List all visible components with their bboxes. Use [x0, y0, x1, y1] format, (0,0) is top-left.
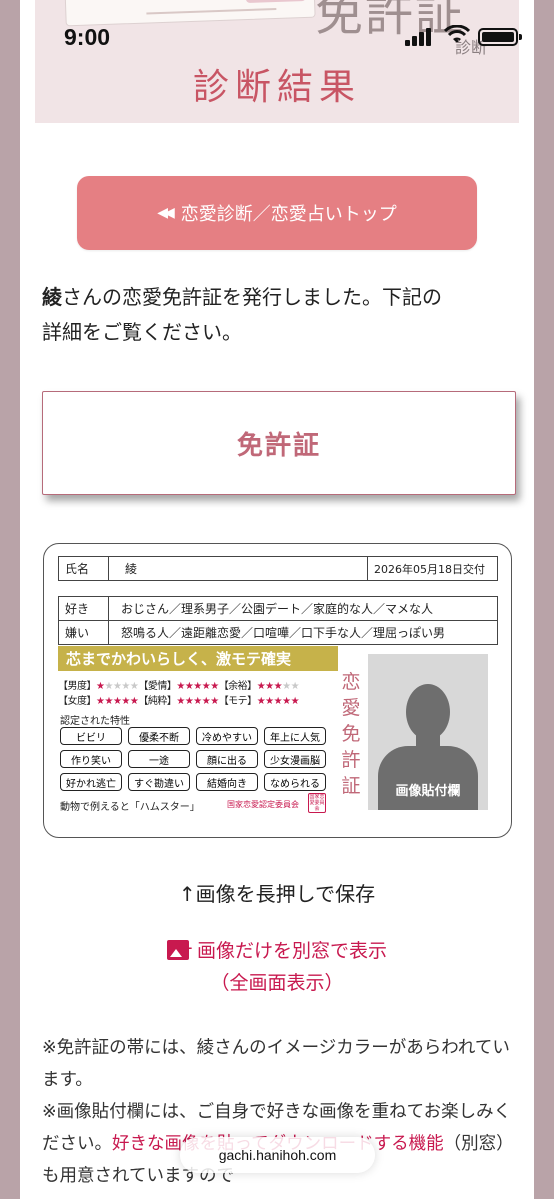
name-value: 綾	[125, 562, 138, 576]
page: 免許証 診断結果 ◀◀ 恋愛診断／恋愛占いトップ 綾さんの恋愛免許証を発行しまし…	[20, 0, 534, 1199]
star-icon: ★	[290, 681, 300, 692]
trait-tag: すぐ勘違い	[128, 773, 190, 791]
traits-label: 認定された特性	[60, 716, 130, 727]
star-icon: ★	[184, 696, 194, 707]
star-icon: ★	[282, 696, 291, 707]
name-row: 氏名 綾 2026年05月18日交付	[58, 556, 498, 581]
star-icon: ★	[104, 681, 113, 692]
note-color: ※免許証の帯には、綾さんのイメージカラーがあらわれています。	[42, 1038, 510, 1090]
diagnosis-top-button[interactable]: ◀◀ 恋愛診断／恋愛占いトップ	[77, 176, 477, 250]
trait-tag: 一途	[128, 750, 190, 768]
save-instruction: ↑画像を長押しで保存	[178, 882, 376, 906]
diagnosis-top-label: 恋愛診断／恋愛占いトップ	[180, 204, 397, 225]
trait-tag: 優柔不断	[128, 727, 190, 745]
trait-tag: 冷めやすい	[196, 727, 258, 745]
avatar-body-icon	[378, 746, 478, 810]
star-icon: ★	[210, 681, 219, 692]
rating-label: 【純粋】	[138, 696, 177, 707]
trait-tag: 少女漫画脳	[264, 750, 326, 768]
photo-slot: 画像貼付欄	[368, 654, 488, 810]
star-icon: ★	[104, 696, 113, 707]
rating-label: 【女度】	[58, 696, 97, 707]
star-icon: ★	[256, 696, 266, 707]
battery-icon	[478, 28, 522, 46]
star-icon: ★	[193, 696, 202, 707]
traits-grid: ビビリ 優柔不断 冷めやすい 年上に人気作り笑い 一途 顔に出る 少女漫画脳好かれ逃亡 すぐ勘…	[60, 727, 326, 791]
star-icon: ★	[121, 696, 130, 707]
result-intro: 綾さんの恋愛免許証を発行しました。下記の 詳細をご覧ください。	[42, 280, 512, 350]
rating-row-2: 【女度】★★★★★【純粋】★★★★★【モテ】★★★★★	[58, 692, 300, 707]
user-name: 綾	[42, 285, 62, 309]
url-bar[interactable]: gachi.hanihoh.com	[180, 1137, 375, 1173]
trait-tag: 作り笑い	[60, 750, 122, 768]
double-left-arrow-icon: ◀◀	[157, 205, 174, 221]
star-icon: ★	[273, 696, 283, 707]
name-label: 氏名	[59, 557, 109, 580]
trait-tag: ビビリ	[60, 727, 122, 745]
likes-value: おじさん／理系男子／公園デート／家庭的な人／マメな人	[121, 602, 434, 616]
intro-line-1: さんの恋愛免許証を発行しました。下記の	[62, 285, 442, 309]
star-icon: ★	[193, 681, 202, 692]
star-icon: ★	[265, 696, 274, 707]
rating-stars: ★★★★★	[256, 696, 300, 707]
license-card-image[interactable]: 氏名 綾 2026年05月18日交付 好き おじさん／理系男子／公園デート／家庭…	[43, 543, 512, 838]
animal-text: 動物で例えると「ハムスター」	[60, 802, 200, 813]
vertical-title: 恋愛免許証	[341, 671, 361, 797]
fullscreen-label: （全画面表示）	[210, 972, 344, 994]
issue-date: 2026年05月18日交付	[367, 557, 499, 580]
star-icon: ★	[176, 681, 185, 692]
rating-label: 【愛情】	[138, 681, 177, 692]
trait-tag: 好かれ逃亡	[60, 773, 122, 791]
star-icon: ★	[273, 681, 283, 692]
trait-tag: 年上に人気	[264, 727, 326, 745]
trait-tag: 結婚向き	[196, 773, 258, 791]
dislikes-value: 怒鳴る人／遠距離恋愛／口喧嘩／口下手な人／理屈っぽい男	[121, 625, 446, 640]
dislikes-row: 嫌い 怒鳴る人／遠距離恋愛／口喧嘩／口下手な人／理屈っぽい男	[58, 620, 498, 645]
star-icon: ★	[176, 696, 185, 707]
star-icon: ★	[201, 696, 211, 707]
add-image-icon	[166, 932, 193, 964]
star-icon: ★	[290, 696, 300, 707]
rating-stars: ★★★★★	[96, 681, 139, 692]
signal-icon	[405, 28, 433, 46]
intro-line-2: 詳細をご覧ください。	[42, 320, 242, 344]
rating-label: 【余裕】	[218, 681, 258, 692]
rating-stars: ★★★★★	[176, 681, 219, 692]
status-bar: 9:00 診断	[0, 0, 554, 60]
star-icon: ★	[210, 696, 219, 707]
motto-band: 芯までかわいらしく、激モテ確実	[58, 646, 338, 671]
dislikes-label: 嫌い	[59, 620, 109, 644]
committee-text: 国家恋愛認定委員会	[227, 800, 299, 809]
license-heading: 免許証	[42, 391, 516, 495]
likes-row: 好き おじさん／理系男子／公園デート／家庭的な人／マメな人	[58, 596, 498, 621]
trait-tag: 顔に出る	[196, 750, 258, 768]
clock: 9:00	[64, 24, 111, 50]
page-title: 診断結果	[192, 67, 361, 108]
star-icon: ★	[282, 681, 291, 692]
star-icon: ★	[121, 681, 130, 692]
photo-label: 画像貼付欄	[395, 784, 461, 799]
star-icon: ★	[201, 681, 211, 692]
likes-label: 好き	[59, 597, 109, 620]
rating-stars: ★★★★★	[96, 696, 139, 707]
star-icon: ★	[184, 681, 194, 692]
rating-label: 【男度】	[58, 681, 97, 692]
rating-stars: ★★★★★	[176, 696, 219, 707]
open-image-link[interactable]: 画像だけを別窓で表示 （全画面表示）	[20, 932, 534, 999]
rating-label: 【モテ】	[218, 696, 258, 707]
rating-stars: ★★★★★	[256, 681, 300, 692]
open-image-label: 画像だけを別窓で表示	[196, 940, 387, 962]
trait-tag: なめられる	[264, 773, 326, 791]
seal-stamp: 国家恋愛委員会	[308, 793, 326, 813]
star-icon: ★	[256, 681, 266, 692]
rating-row-1: 【男度】★★★★★【愛情】★★★★★【余裕】★★★★★	[58, 677, 300, 692]
star-icon: ★	[265, 681, 274, 692]
